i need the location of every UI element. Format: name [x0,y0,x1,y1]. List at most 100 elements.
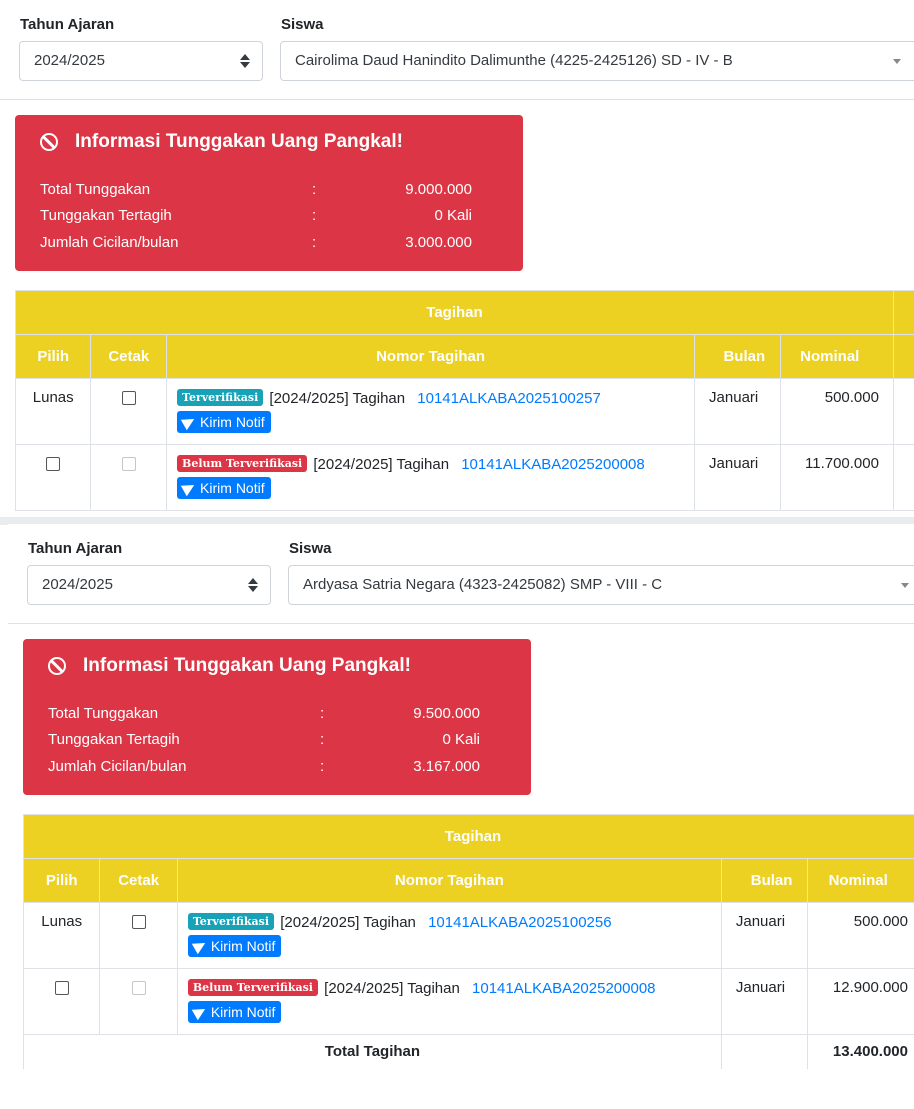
tahun-ajaran-value: 2024/2025 [34,52,105,69]
alert-title: Informasi Tunggakan Uang Pangkal! [75,131,403,152]
total-label: Total Tagihan [23,1034,722,1069]
table-row: Lunas Terverifikasi [2024/2025] Tagihan … [14,378,914,445]
total-value: 13.400.000 [807,1034,914,1069]
info-label: Jumlah Cicilan/bulan [40,234,179,251]
cetak-checkbox[interactable] [121,391,136,405]
info-colon: : [312,234,317,251]
header-nomor-tagihan: Nomor Tagihan [166,334,696,379]
header-nominal: Nominal [807,858,914,903]
tagihan-ref-link[interactable]: 10141ALKABA2025200008 [461,456,645,473]
extra-cell [892,378,914,445]
tagihan-text: [2024/2025] Tagihan [280,914,416,931]
tahun-ajaran-label: Tahun Ajaran [20,16,115,33]
paper-plane-icon [180,479,198,497]
cetak-cell [99,902,178,969]
nomor-cell: Terverifikasi [2024/2025] Tagihan 10141A… [176,902,722,969]
billing-panel-1: Tahun Ajaran 2024/2025 Siswa Cairolima D… [0,0,914,518]
nomor-cell: Terverifikasi [2024/2025] Tagihan 10141A… [166,378,696,445]
status-badge: Terverifikasi [177,389,264,406]
button-label: Kirim Notif [200,414,265,430]
tunggakan-alert: Informasi Tunggakan Uang Pangkal! Total … [23,639,531,795]
status-badge: Terverifikasi [187,913,275,930]
pilih-checkbox[interactable] [54,981,69,995]
info-value: 0 Kali [442,731,480,748]
tagihan-group-header: Tagihan [23,814,914,859]
info-colon: : [312,181,317,198]
select-arrows-icon [248,577,258,593]
kirim-notif-button[interactable]: Kirim Notif [187,1001,282,1023]
tagihan-ref-link[interactable]: 10141ALKABA2025200008 [472,980,656,997]
pilih-checkbox[interactable] [46,457,61,471]
nominal-cell: 11.700.000 [779,444,894,511]
header-nomor-tagihan: Nomor Tagihan [176,858,722,903]
caret-down-icon [893,59,901,64]
filter-form: Tahun Ajaran 2024/2025 Siswa Cairolima D… [0,0,914,100]
tagihan-ref-link[interactable]: 10141ALKABA2025100257 [417,390,601,407]
tunggakan-alert: Informasi Tunggakan Uang Pangkal! Total … [15,115,523,271]
tahun-ajaran-value: 2024/2025 [42,576,113,593]
info-value: 9.500.000 [413,705,480,722]
info-value: 0 Kali [434,207,472,224]
cetak-checkbox-disabled [121,457,136,471]
tagihan-ref-link[interactable]: 10141ALKABA2025100256 [428,914,612,931]
info-colon: : [312,207,317,224]
kirim-notif-button[interactable]: Kirim Notif [177,477,271,499]
paper-plane-icon [180,413,198,431]
pilih-cell [22,968,101,1035]
siswa-label: Siswa [281,16,324,33]
info-colon: : [320,731,325,748]
nomor-cell: Belum Terverifikasi [2024/2025] Tagihan … [176,968,722,1035]
cetak-cell [90,378,168,445]
table-row: Lunas Terverifikasi [2024/2025] Tagihan … [22,902,914,969]
bulan-cell: Januari [720,902,809,969]
header-pilih: Pilih [22,858,101,903]
info-label: Tunggakan Tertagih [48,731,180,748]
ban-icon [40,133,58,151]
siswa-value: Ardyasa Satria Negara (4323-2425082) SMP… [303,576,663,593]
info-colon: : [320,705,325,722]
tagihan-table: Tagihan Pilih Cetak Nomor Tagihan Bulan … [14,290,914,511]
tagihan-text: [2024/2025] Tagihan [313,456,450,473]
header-bulan: Bulan [720,858,809,903]
cetak-cell [99,968,178,1035]
siswa-select[interactable]: Ardyasa Satria Negara (4323-2425082) SMP… [288,565,914,605]
nominal-cell: 12.900.000 [807,968,914,1035]
divider [0,99,914,100]
header-pilih: Pilih [14,334,92,379]
header-cetak: Cetak [99,858,178,903]
header-cetak: Cetak [90,334,168,379]
extra-cell [892,444,914,511]
header-bulan: Bulan [694,334,781,379]
caret-down-icon [901,583,909,588]
tagihan-group-header: Tagihan [15,290,894,335]
tahun-ajaran-select[interactable]: 2024/2025 [27,565,271,605]
kirim-notif-button[interactable]: Kirim Notif [187,935,282,957]
info-value: 9.000.000 [405,181,472,198]
cetak-checkbox[interactable] [131,915,146,929]
divider [8,623,914,624]
bulan-cell: Januari [694,444,781,511]
tahun-ajaran-label: Tahun Ajaran [28,540,123,557]
info-colon: : [320,758,325,775]
nominal-cell: 500.000 [807,902,914,969]
tagihan-text: [2024/2025] Tagihan [324,980,460,997]
info-label: Jumlah Cicilan/bulan [48,758,187,775]
filter-form: Tahun Ajaran 2024/2025 Siswa Ardyasa Sat… [8,524,914,624]
total-spacer [720,1034,809,1069]
tagihan-text: [2024/2025] Tagihan [269,390,406,407]
bulan-cell: Januari [694,378,781,445]
tagihan-table: Tagihan Pilih Cetak Nomor Tagihan Bulan … [22,814,914,1069]
extra-header [892,290,914,335]
button-label: Kirim Notif [210,938,276,954]
info-value: 3.167.000 [413,758,480,775]
siswa-select[interactable]: Cairolima Daud Hanindito Dalimunthe (422… [280,41,914,81]
ban-icon [48,657,66,675]
button-label: Kirim Notif [200,480,265,496]
kirim-notif-button[interactable]: Kirim Notif [177,411,271,433]
extra-header [892,334,914,379]
status-badge: Belum Terverifikasi [187,979,318,996]
table-row: Belum Terverifikasi [2024/2025] Tagihan … [14,444,914,511]
bulan-cell: Januari [720,968,809,1035]
tahun-ajaran-select[interactable]: 2024/2025 [19,41,263,81]
pilih-cell [14,444,92,511]
